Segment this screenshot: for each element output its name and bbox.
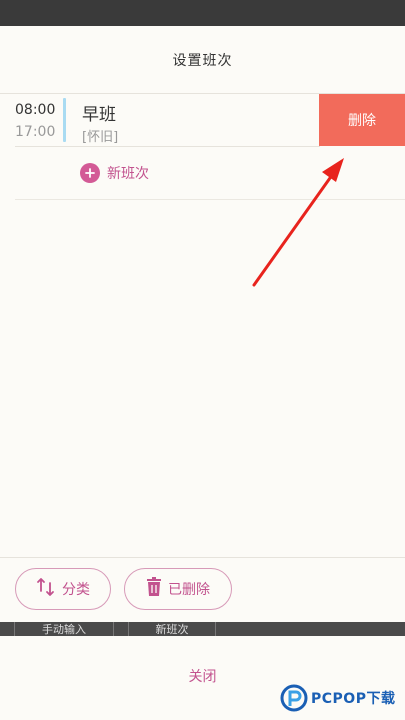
deleted-shifts-button[interactable]: 已删除: [124, 568, 232, 610]
sort-button[interactable]: 分类: [15, 568, 111, 610]
shift-color-bar: [63, 98, 66, 142]
divider: [0, 557, 405, 558]
trash-icon: [146, 577, 162, 601]
dialog-title: 设置班次: [172, 53, 233, 69]
shift-settings-dialog: 设置班次 08:00 17:00 早班 [怀旧] 删除 新班次: [0, 26, 405, 622]
shift-start-time: 08:00: [15, 102, 56, 118]
shift-note: [怀旧]: [82, 130, 119, 145]
status-bar: [0, 0, 405, 26]
divider: [15, 146, 320, 147]
deleted-label: 已删除: [168, 582, 210, 598]
watermark-text: PCPOP下载: [311, 691, 396, 707]
new-shift-button[interactable]: 新班次: [80, 163, 149, 183]
new-shift-label: 新班次: [107, 166, 149, 182]
manual-input-button: 手动输入: [14, 622, 114, 636]
background-toolbar: 手动输入 新班次: [0, 622, 405, 636]
sort-arrows-icon: [36, 576, 56, 602]
delete-shift-button[interactable]: 删除: [319, 94, 405, 146]
plus-circle-icon: [80, 163, 100, 183]
sort-label: 分类: [62, 582, 90, 598]
divider: [15, 199, 405, 200]
watermark: PCPOP下载: [280, 683, 395, 713]
shift-end-time: 17:00: [15, 124, 56, 140]
new-shift-background-button: 新班次: [128, 622, 216, 636]
watermark-logo-icon: [280, 684, 308, 712]
shift-name: 早班: [82, 105, 116, 125]
